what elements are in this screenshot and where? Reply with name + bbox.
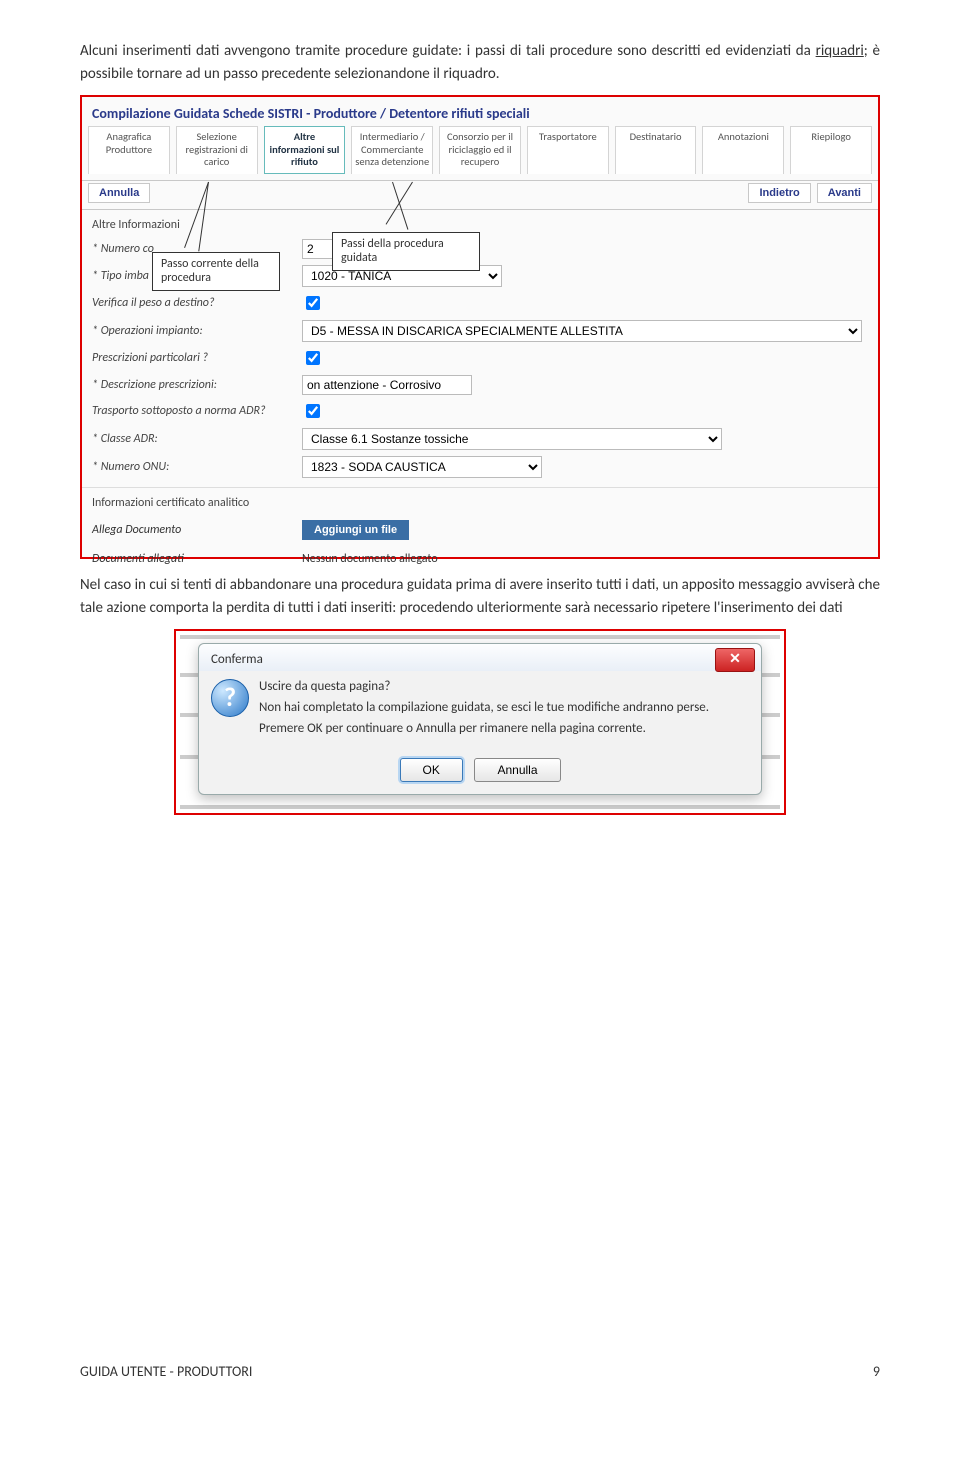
section-cert: Informazioni certificato analitico [82, 487, 878, 514]
input-descr-prescr[interactable] [302, 375, 472, 395]
lbl-classe-adr: * Classe ADR: [92, 432, 302, 446]
screenshot-wizard: Compilazione Guidata Schede SISTRI - Pro… [80, 95, 880, 559]
select-operazioni[interactable]: D5 - MESSA IN DISCARICA SPECIALMENTE ALL… [302, 320, 862, 342]
tab-intermediario[interactable]: Intermediario / Commerciante senza deten… [351, 126, 433, 174]
tab-destinatario[interactable]: Destinatario [615, 126, 697, 174]
lbl-verifica: Verifica il peso a destino? [92, 296, 302, 310]
tab-altre-info[interactable]: Altre informazioni sul rifiuto [264, 126, 346, 174]
dlg-line-2: Non hai completato la compilazione guida… [259, 700, 709, 715]
chk-trasporto-adr[interactable] [306, 404, 320, 418]
mid-paragraph: Nel caso in cui si tenti di abbandonare … [80, 574, 880, 619]
row-trasporto-adr: Trasporto sottoposto a norma ADR? [82, 398, 878, 425]
callout-passi-della: Passi della procedura guidata [332, 232, 480, 271]
indietro-button[interactable]: Indietro [748, 183, 810, 203]
lbl-numero-onu: * Numero ONU: [92, 460, 302, 474]
chk-verifica[interactable] [306, 296, 320, 310]
sh-title: Compilazione Guidata Schede SISTRI - Pro… [82, 97, 878, 126]
lbl-allegati: Documenti allegati [92, 552, 302, 566]
lbl-operazioni: * Operazioni impianto: [92, 324, 302, 338]
dlg-line-3: Premere OK per continuare o Annulla per … [259, 721, 709, 736]
lbl-prescr-part: Prescrizioni particolari ? [92, 351, 302, 365]
row-numero-onu: * Numero ONU: 1823 - SODA CAUSTICA [82, 453, 878, 481]
annulla-dialog-button[interactable]: Annulla [474, 758, 560, 782]
row-prescr-part: Prescrizioni particolari ? [82, 345, 878, 372]
chk-prescr-part[interactable] [306, 351, 320, 365]
dlg-line-1: Uscire da questa pagina? [259, 679, 709, 694]
row-verifica: Verifica il peso a destino? [82, 290, 878, 317]
txt-nessun-doc: Nessun documento allegato [302, 552, 438, 566]
row-allegati: Documenti allegati Nessun documento alle… [82, 546, 878, 572]
intro-pre: Alcuni inserimenti dati avvengono tramit… [80, 42, 816, 60]
question-icon: ? [211, 679, 249, 717]
intro-link: riquadri [816, 42, 864, 60]
intro-paragraph: Alcuni inserimenti dati avvengono tramit… [80, 40, 880, 85]
dialog-text: Uscire da questa pagina? Non hai complet… [259, 679, 709, 742]
annulla-button[interactable]: Annulla [88, 183, 150, 203]
ok-button[interactable]: OK [400, 758, 463, 782]
row-allega: Allega Documento Aggiungi un file [82, 514, 878, 546]
lbl-trasporto-adr: Trasporto sottoposto a norma ADR? [92, 404, 302, 418]
select-classe-adr[interactable]: Classe 6.1 Sostanze tossiche [302, 428, 722, 450]
row-classe-adr: * Classe ADR: Classe 6.1 Sostanze tossic… [82, 425, 878, 453]
tab-annotazioni[interactable]: Annotazioni [702, 126, 784, 174]
avanti-button[interactable]: Avanti [817, 183, 872, 203]
select-numero-onu[interactable]: 1823 - SODA CAUSTICA [302, 456, 542, 478]
tab-consorzio[interactable]: Consorzio per il riciclaggio ed il recup… [439, 126, 521, 174]
row-descr-prescr: * Descrizione prescrizioni: [82, 372, 878, 398]
aggiungi-file-button[interactable]: Aggiungi un file [302, 520, 409, 540]
lbl-descr-prescr: * Descrizione prescrizioni: [92, 378, 302, 392]
footer-page-number: 9 [873, 1363, 880, 1380]
lbl-allega: Allega Documento [92, 523, 302, 537]
wizard-tabs: Anagrafica Produttore Selezione registra… [82, 126, 878, 181]
nav-buttons: Annulla Indietro Avanti [82, 181, 878, 210]
tab-trasportatore[interactable]: Trasportatore [527, 126, 609, 174]
confirm-dialog: ✕ Conferma ? Uscire da questa pagina? No… [198, 643, 762, 795]
tab-riepilogo[interactable]: Riepilogo [790, 126, 872, 174]
row-operazioni: * Operazioni impianto: D5 - MESSA IN DIS… [82, 317, 878, 345]
screenshot-dialog: ✕ Conferma ? Uscire da questa pagina? No… [174, 629, 786, 815]
callout-passo-corrente: Passo corrente della procedura [152, 252, 280, 291]
tab-selezione[interactable]: Selezione registrazioni di carico [176, 126, 258, 174]
footer-left: GUIDA UTENTE - PRODUTTORI [80, 1363, 252, 1380]
close-icon[interactable]: ✕ [715, 648, 755, 672]
tab-anagrafica[interactable]: Anagrafica Produttore [88, 126, 170, 174]
dialog-title: Conferma [199, 644, 761, 671]
page-footer: GUIDA UTENTE - PRODUTTORI 9 [80, 1363, 880, 1380]
